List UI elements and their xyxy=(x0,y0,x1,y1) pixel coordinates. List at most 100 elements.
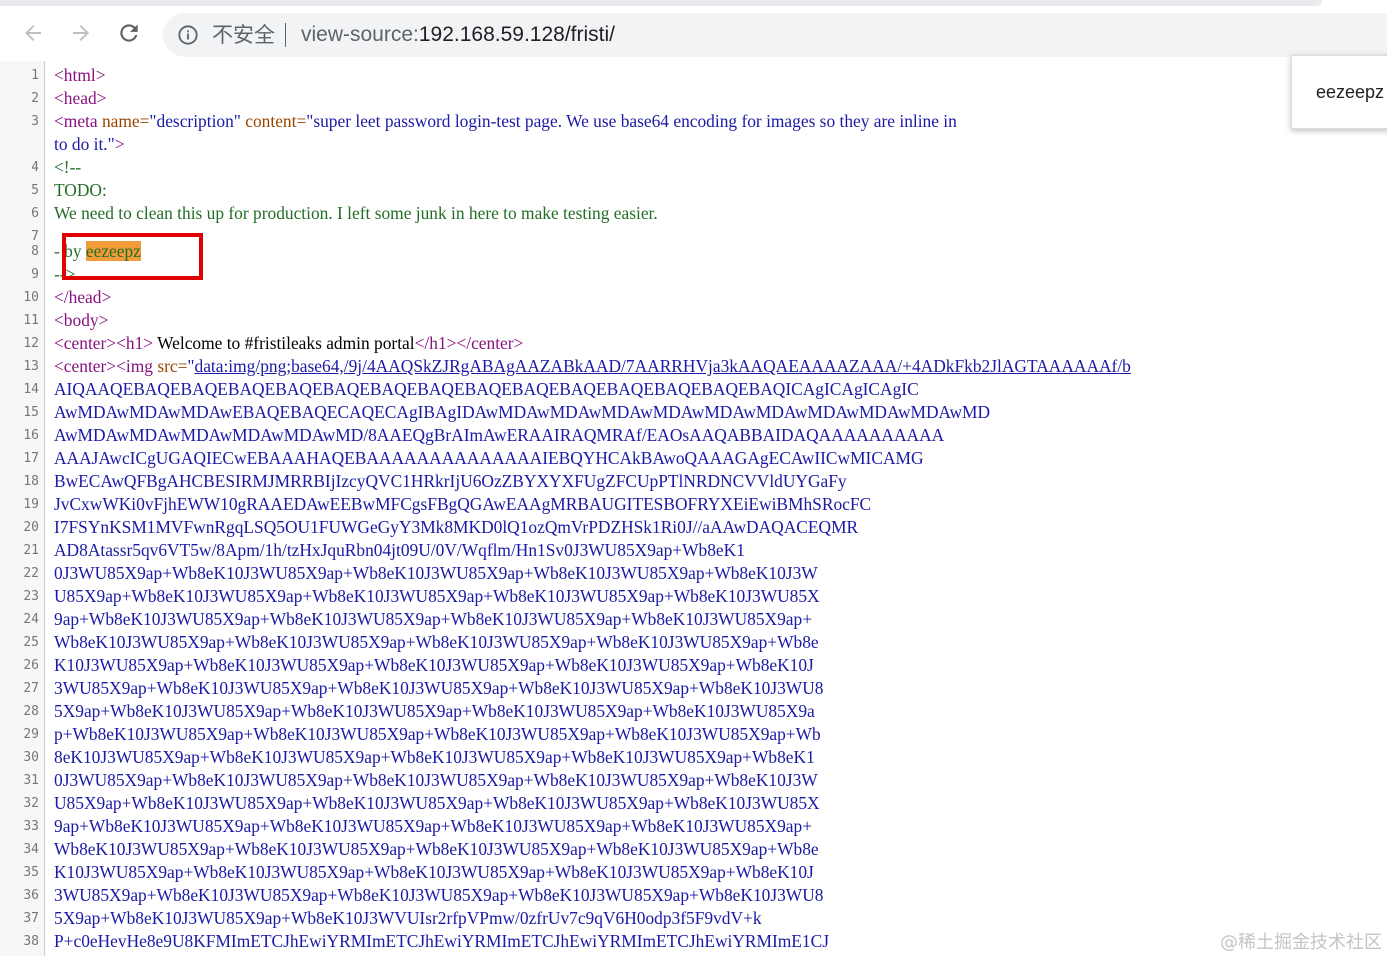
line-number: 33 xyxy=(23,819,39,834)
source-line: 35 K10J3WU85X9ap+Wb8eK10J3WU85X9ap+Wb8eK1… xyxy=(0,861,1387,884)
source-line: 34 Wb8eK10J3WU85X9ap+Wb8eK10J3WU85X9ap+Wb… xyxy=(0,838,1387,861)
source-line: 23 U85X9ap+Wb8eK10J3WU85X9ap+Wb8eK10J3WU8… xyxy=(0,585,1387,608)
line-code: AwMDAwMDAwMDAwMDAwMDAwMD/8AAEQgBrAImAwER… xyxy=(54,425,945,445)
source-line: 36 3WU85X9ap+Wb8eK10J3WU85X9ap+Wb8eK10J3W… xyxy=(0,884,1387,907)
code-tag: <center><h1> xyxy=(54,333,154,353)
forward-arrow-icon xyxy=(73,25,89,41)
line-code: 3WU85X9ap+Wb8eK10J3WU85X9ap+Wb8eK10J3WU8… xyxy=(54,885,824,905)
line-number: 27 xyxy=(23,681,39,696)
line-code: BwECAwQFBgAHCBESIRMJMRRBIjIzcyQVC1HRkrIj… xyxy=(54,471,847,491)
line-code: <html> xyxy=(54,65,106,85)
code-value: to do it." xyxy=(54,134,115,154)
address-separator xyxy=(285,23,286,47)
url-text[interactable]: view-source:192.168.59.128/fristi/ xyxy=(301,22,615,48)
line-number: 11 xyxy=(23,313,39,328)
source-line: 13 <center><img src="data:img/png;base64,… xyxy=(0,355,1387,378)
line-number: 35 xyxy=(23,865,39,880)
source-line: 3 <meta name="description" content="super… xyxy=(0,110,1387,133)
code-value: "description" xyxy=(149,111,241,131)
line-code: 9ap+Wb8eK10J3WU85X9ap+Wb8eK10J3WU85X9ap+… xyxy=(54,609,813,629)
browser-toolbar: 不安全 view-source:192.168.59.128/fristi/ xyxy=(0,6,1387,61)
source-line: 19 JvCxwWKi0vFjhEWW10gRAAEDAwEEBwMFCgsFBg… xyxy=(0,493,1387,516)
line-code: P+c0eHevHe8e9U8KFMImETCJhEwiYRMImETCJhEw… xyxy=(54,931,829,951)
line-number: 14 xyxy=(23,382,39,397)
line-code: U85X9ap+Wb8eK10J3WU85X9ap+Wb8eK10J3WU85X… xyxy=(54,793,820,813)
source-line: 10 </head> xyxy=(0,286,1387,309)
source-line: 38 P+c0eHevHe8e9U8KFMImETCJhEwiYRMImETCJh… xyxy=(0,930,1387,953)
line-number: 34 xyxy=(23,842,39,857)
line-number: 30 xyxy=(23,750,39,765)
line-code: U85X9ap+Wb8eK10J3WU85X9ap+Wb8eK10J3WU85X… xyxy=(54,586,820,606)
watermark: @稀土掘金技术社区 xyxy=(1220,932,1382,953)
line-code: <meta name="description" content="super … xyxy=(54,110,957,133)
line-number: 17 xyxy=(23,451,39,466)
source-line: 14 AIQAAQEBAQEBAQEBAQEBAQEBAQEBAQEBAQEBAQ… xyxy=(0,378,1387,401)
line-code: JvCxwWKi0vFjhEWW10gRAAEDAwEEBwMFCgsFBgQG… xyxy=(54,494,872,514)
source-line: 33 9ap+Wb8eK10J3WU85X9ap+Wb8eK10J3WU85X9a… xyxy=(0,815,1387,838)
source-line: 11 <body> xyxy=(0,309,1387,332)
line-number: 12 xyxy=(23,336,39,351)
code-text: Welcome to #fristileaks admin portal xyxy=(153,333,415,353)
line-code: K10J3WU85X9ap+Wb8eK10J3WU85X9ap+Wb8eK10J… xyxy=(54,862,814,882)
line-number: 23 xyxy=(23,589,39,604)
data-uri-link[interactable]: data:img/png;base64,/9j/4AAQSkZJRgABAgAA… xyxy=(195,356,1131,376)
source-line: 9 --> xyxy=(0,263,1387,286)
code-attr: content= xyxy=(240,111,307,131)
source-line: 21 AD8Atassr5qv6VT5w/8Apm/1h/tzHxJquRbn04… xyxy=(0,539,1387,562)
line-number: 36 xyxy=(23,888,39,903)
line-code: AAAJAwcICgUGAQIECwEBAAAHAQEBAAAAAAAAAAAA… xyxy=(54,448,924,468)
line-number: 31 xyxy=(23,773,39,788)
code-tag: <meta xyxy=(54,111,102,131)
line-code: p+Wb8eK10J3WU85X9ap+Wb8eK10J3WU85X9ap+Wb… xyxy=(54,724,821,744)
not-secure-label[interactable]: 不安全 xyxy=(212,22,275,48)
source-line: 20 I7FSYnKSM1MVFwnRgqLSQ5OU1FUWGeGyY3Mk8M… xyxy=(0,516,1387,539)
code-attr: src= xyxy=(157,356,188,376)
source-line: 17 AAAJAwcICgUGAQIECwEBAAAHAQEBAAAAAAAAAA… xyxy=(0,447,1387,470)
back-button[interactable] xyxy=(18,18,48,48)
line-code: Wb8eK10J3WU85X9ap+Wb8eK10J3WU85X9ap+Wb8e… xyxy=(54,839,819,859)
source-line: 5 TODO: xyxy=(0,179,1387,202)
line-number: 37 xyxy=(23,911,39,926)
line-code: We need to clean this up for production.… xyxy=(54,203,658,223)
source-line: 29 p+Wb8eK10J3WU85X9ap+Wb8eK10J3WU85X9ap+… xyxy=(0,723,1387,746)
line-code: 3WU85X9ap+Wb8eK10J3WU85X9ap+Wb8eK10J3WU8… xyxy=(54,678,824,698)
reload-button[interactable] xyxy=(114,18,144,48)
line-number: 15 xyxy=(23,405,39,420)
line-number: 18 xyxy=(23,474,39,489)
source-line: 26 K10J3WU85X9ap+Wb8eK10J3WU85X9ap+Wb8eK1… xyxy=(0,654,1387,677)
source-line: 31 0J3WU85X9ap+Wb8eK10J3WU85X9ap+Wb8eK10J… xyxy=(0,769,1387,792)
line-code: K10J3WU85X9ap+Wb8eK10J3WU85X9ap+Wb8eK10J… xyxy=(54,655,814,675)
line-code: 0J3WU85X9ap+Wb8eK10J3WU85X9ap+Wb8eK10J3W… xyxy=(54,563,818,583)
line-number: 9 xyxy=(31,267,39,282)
view-source-content: 1 <html> 2 <head> 3 <meta name="description… xyxy=(0,61,1387,956)
source-line: 37 5X9ap+Wb8eK10J3WU85X9ap+Wb8eK10J3WVUIs… xyxy=(0,907,1387,930)
back-arrow-icon xyxy=(25,25,41,41)
source-line: 8- by eezeepz xyxy=(0,240,1387,263)
line-code: to do it."> xyxy=(54,133,125,156)
info-icon[interactable] xyxy=(177,24,199,46)
source-line-wrap: to do it."> xyxy=(0,133,1387,156)
line-number: 19 xyxy=(23,497,39,512)
line-number: 8 xyxy=(31,244,39,259)
line-number: 25 xyxy=(23,635,39,650)
line-number: 16 xyxy=(23,428,39,443)
line-number: 6 xyxy=(31,206,39,221)
source-line: 16 AwMDAwMDAwMDAwMDAwMDAwMD/8AAEQgBrAImAw… xyxy=(0,424,1387,447)
source-line: 6 We need to clean this up for production… xyxy=(0,202,1387,225)
line-code: I7FSYnKSM1MVFwnRgqLSQ5OU1FUWGeGyY3Mk8MKD… xyxy=(54,517,859,537)
line-code: Wb8eK10J3WU85X9ap+Wb8eK10J3WU85X9ap+Wb8e… xyxy=(54,632,819,652)
line-code: 8eK10J3WU85X9ap+Wb8eK10J3WU85X9ap+Wb8eK1… xyxy=(54,747,815,767)
line-number: 28 xyxy=(23,704,39,719)
line-code: 5X9ap+Wb8eK10J3WU85X9ap+Wb8eK10J3WU85X9a… xyxy=(54,701,815,721)
source-line: 32 U85X9ap+Wb8eK10J3WU85X9ap+Wb8eK10J3WU8… xyxy=(0,792,1387,815)
source-line: 27 3WU85X9ap+Wb8eK10J3WU85X9ap+Wb8eK10J3W… xyxy=(0,677,1387,700)
line-number: 32 xyxy=(23,796,39,811)
source-line: 28 5X9ap+Wb8eK10J3WU85X9ap+Wb8eK10J3WU85X… xyxy=(0,700,1387,723)
url-host: 192.168.59.128/fristi/ xyxy=(418,23,616,46)
address-bar[interactable]: 不安全 view-source:192.168.59.128/fristi/ xyxy=(163,13,1387,57)
source-line: 1 <html> xyxy=(0,64,1387,87)
line-number: 3 xyxy=(31,114,39,129)
find-popup-text: eezeepz xyxy=(1316,82,1385,102)
forward-button[interactable] xyxy=(66,18,96,48)
line-number: 1 xyxy=(31,68,39,83)
